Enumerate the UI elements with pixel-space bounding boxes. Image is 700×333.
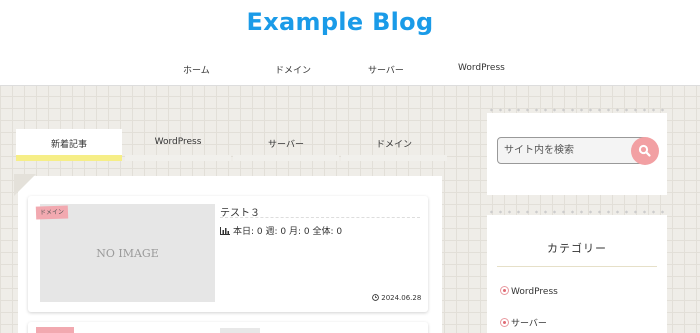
corner-fold-decoration [14,174,36,196]
search-button[interactable] [631,137,659,165]
category-label: サーバー [511,319,547,329]
tab-label: 新着記事 [50,140,87,150]
tab-label: WordPress [154,137,202,147]
tab-new-posts[interactable]: 新着記事 [16,129,122,161]
search-widget-dots [487,108,667,112]
date-text: 2024.06.28 [381,294,422,302]
tab-label: サーバー [268,140,304,150]
no-image-text: NO IMAGE [96,247,159,260]
tab-underline [341,155,447,161]
site-header: Example Blog ホーム ドメイン サーバー WordPress [0,0,700,86]
clock-icon [372,294,379,301]
article-date: 2024.06.28 [372,294,421,302]
bar-chart-icon [220,227,230,235]
views-text: 本日: 0 週: 0 月: 0 全体: 0 [233,227,343,237]
site-title[interactable]: Example Blog [0,8,680,36]
nav-item-server[interactable]: サーバー [368,63,404,76]
search-icon [638,144,651,157]
article-title-next [220,328,260,333]
tab-label: ドメイン [375,140,412,150]
category-heading: カテゴリー [547,242,607,255]
radio-bullet-icon [500,318,509,327]
nav-item-wordpress[interactable]: WordPress [458,63,505,73]
global-nav: ホーム ドメイン サーバー WordPress [150,63,550,77]
article-category-tag: ドメイン [35,205,69,220]
tab-wordpress[interactable]: WordPress [125,129,231,161]
article-views: 本日: 0 週: 0 月: 0 全体: 0 [220,224,342,237]
search-input[interactable]: サイト内を検索 [497,137,647,164]
category-item-server[interactable]: サーバー [500,316,547,329]
tab-underline [125,155,231,161]
title-divider [220,217,420,218]
category-item-wordpress[interactable]: WordPress [500,286,558,297]
tab-active-underline [16,155,122,161]
category-widget-dots [487,210,667,214]
tab-domain[interactable]: ドメイン [341,129,447,161]
nav-item-domain[interactable]: ドメイン [275,63,311,76]
category-label: WordPress [511,287,558,297]
radio-bullet-icon [500,286,509,295]
article-category-tag-next [36,327,74,333]
category-divider [497,266,657,267]
tab-server[interactable]: サーバー [233,129,339,161]
nav-item-home[interactable]: ホーム [183,63,210,76]
tab-underline [233,155,339,161]
post-tabs: 新着記事 WordPress サーバー ドメイン [16,129,448,162]
